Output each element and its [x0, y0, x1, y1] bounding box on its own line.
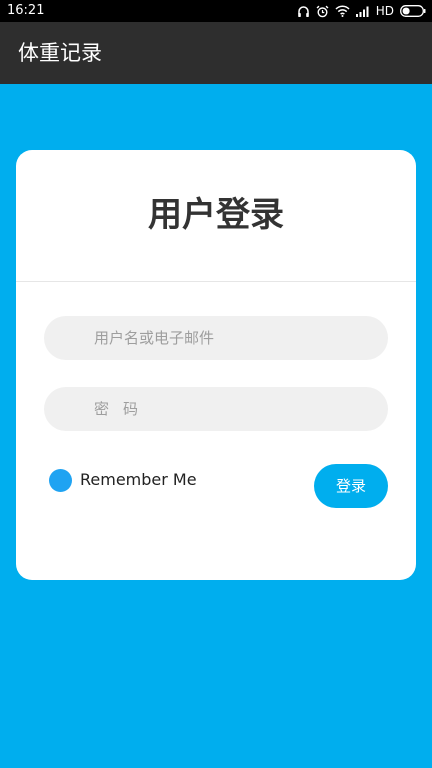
remember-me-label[interactable]: Remember Me [80, 470, 197, 490]
wifi-icon [335, 5, 350, 17]
battery-icon [400, 5, 426, 17]
status-bar: 16:21 HD [0, 0, 432, 22]
app-title: 体重记录 [18, 41, 102, 65]
status-time: 16:21 [7, 3, 45, 18]
status-icons: HD [297, 3, 426, 19]
headphones-icon [297, 5, 310, 18]
network-label: HD [375, 4, 394, 18]
login-title: 用户登录 [148, 195, 284, 235]
divider [16, 281, 416, 282]
alarm-icon [316, 5, 329, 18]
login-button[interactable]: 登录 [314, 464, 388, 508]
signal-icon [355, 6, 370, 17]
app-bar: 体重记录 [0, 22, 432, 84]
remember-me-checkbox[interactable] [49, 469, 72, 492]
username-input[interactable] [44, 316, 388, 360]
password-input[interactable] [44, 387, 388, 431]
